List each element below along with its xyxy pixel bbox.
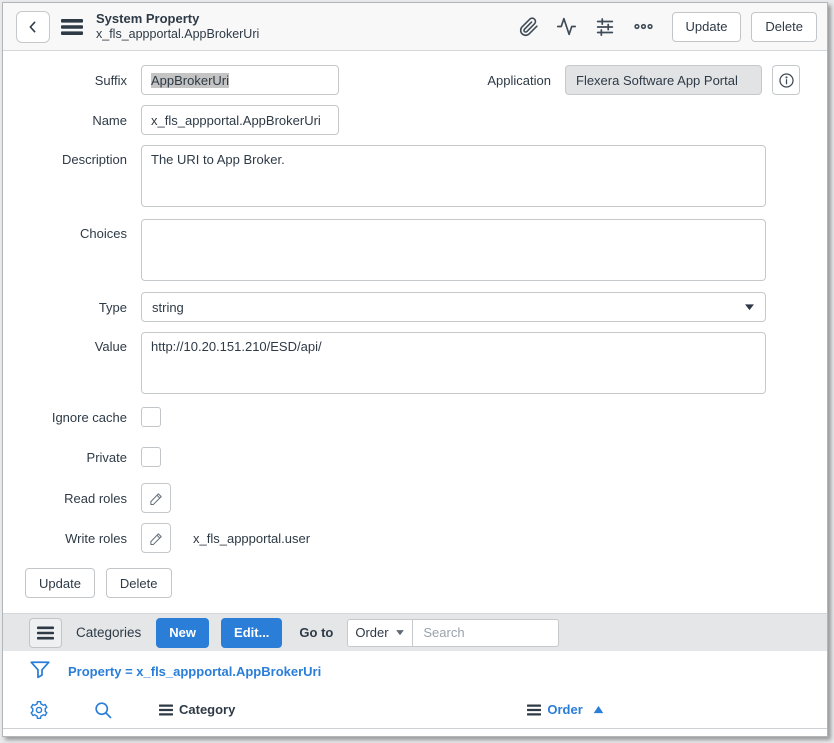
edit-button[interactable]: Edit...	[221, 618, 282, 648]
value-textarea[interactable]: http://10.20.151.210/ESD/api/	[141, 332, 766, 394]
type-label: Type	[3, 300, 127, 315]
goto-selected-value: Order	[355, 625, 388, 640]
row-description: Description The URI to App Broker.	[3, 145, 827, 207]
list-column-header-row: Category Order	[3, 691, 827, 729]
list-context-menu-button[interactable]	[29, 618, 62, 648]
form-context-menu-icon[interactable]	[60, 16, 84, 38]
header-delete-button[interactable]: Delete	[751, 12, 817, 42]
chevron-down-icon	[395, 629, 405, 636]
goto-column-select[interactable]: Order	[347, 619, 413, 647]
row-name: Name	[3, 105, 827, 135]
chevron-left-icon	[25, 19, 41, 35]
type-select[interactable]: string	[141, 292, 766, 322]
list-personalize-gear-icon[interactable]	[29, 700, 49, 720]
row-value: Value http://10.20.151.210/ESD/api/	[3, 332, 827, 394]
personalize-form-icon[interactable]	[594, 16, 616, 38]
column-header-category[interactable]: Category	[159, 702, 235, 717]
form-header: System Property x_fls_appportal.AppBroke…	[3, 3, 827, 51]
choices-textarea[interactable]	[141, 219, 766, 281]
write-roles-label: Write roles	[3, 531, 127, 546]
activity-stream-icon[interactable]	[556, 16, 577, 37]
system-property-window: System Property x_fls_appportal.AppBroke…	[2, 2, 828, 737]
private-label: Private	[3, 450, 127, 465]
name-label: Name	[3, 113, 127, 128]
suffix-selected-text: AppBrokerUri	[151, 73, 229, 88]
list-search-icon[interactable]	[93, 700, 113, 720]
info-icon	[778, 72, 795, 89]
application-info-button[interactable]	[772, 65, 800, 95]
footer-delete-button[interactable]: Delete	[106, 568, 172, 598]
ignore-cache-label: Ignore cache	[3, 410, 127, 425]
more-options-icon[interactable]	[633, 16, 654, 37]
row-write-roles: Write roles x_fls_appportal.user	[3, 523, 827, 553]
write-roles-value: x_fls_appportal.user	[193, 531, 310, 546]
filter-breadcrumb[interactable]: Property = x_fls_appportal.AppBrokerUri	[68, 664, 321, 679]
sort-ascending-icon	[593, 705, 604, 714]
row-suffix-application: Suffix AppBrokerUri Application Flexera …	[3, 65, 827, 95]
footer-update-button[interactable]: Update	[25, 568, 95, 598]
hamburger-icon	[37, 626, 54, 640]
related-list-title: Categories	[76, 625, 141, 640]
suffix-field-group: Suffix AppBrokerUri	[3, 65, 339, 95]
row-choices: Choices	[3, 219, 827, 281]
row-type: Type string	[3, 292, 827, 322]
row-ignore-cache: Ignore cache	[3, 407, 827, 427]
chevron-down-icon	[744, 303, 755, 311]
value-label: Value	[3, 332, 127, 354]
name-input[interactable]	[141, 105, 339, 135]
categories-related-list: Categories New Edit... Go to Order Prope…	[3, 613, 827, 729]
description-label: Description	[3, 145, 127, 167]
category-column-label: Category	[179, 702, 235, 717]
application-field-group: Application Flexera Software App Portal	[339, 65, 800, 95]
suffix-label: Suffix	[3, 73, 127, 88]
attachment-icon[interactable]	[519, 17, 539, 37]
record-title-block: System Property x_fls_appportal.AppBroke…	[96, 11, 259, 43]
suffix-input[interactable]: AppBrokerUri	[141, 65, 339, 95]
list-search-input[interactable]	[413, 619, 559, 647]
private-checkbox[interactable]	[141, 447, 161, 467]
goto-label: Go to	[299, 625, 333, 640]
description-textarea[interactable]: The URI to App Broker.	[141, 145, 766, 207]
related-list-header: Categories New Edit... Go to Order	[3, 613, 827, 651]
page-title: System Property	[96, 11, 259, 27]
row-read-roles: Read roles	[3, 483, 827, 513]
row-private: Private	[3, 447, 827, 467]
filter-funnel-icon[interactable]	[29, 659, 51, 683]
write-roles-edit-button[interactable]	[141, 523, 171, 553]
read-roles-label: Read roles	[3, 491, 127, 506]
ignore-cache-checkbox[interactable]	[141, 407, 161, 427]
pencil-icon	[149, 531, 164, 546]
application-label: Application	[339, 73, 551, 88]
type-selected-value: string	[152, 300, 184, 315]
new-button[interactable]: New	[156, 618, 209, 648]
order-column-label: Order	[547, 702, 582, 717]
record-name: x_fls_appportal.AppBrokerUri	[96, 27, 259, 43]
column-header-order[interactable]: Order	[527, 702, 603, 717]
form-body: Suffix AppBrokerUri Application Flexera …	[3, 51, 827, 598]
choices-label: Choices	[3, 219, 127, 241]
column-menu-icon	[527, 704, 541, 716]
pencil-icon	[149, 491, 164, 506]
column-menu-icon	[159, 704, 173, 716]
header-update-button[interactable]: Update	[672, 12, 742, 42]
application-field: Flexera Software App Portal	[565, 65, 762, 95]
list-filter-row: Property = x_fls_appportal.AppBrokerUri	[3, 651, 827, 691]
read-roles-edit-button[interactable]	[141, 483, 171, 513]
back-button[interactable]	[16, 11, 50, 43]
form-footer-buttons: Update Delete	[25, 568, 827, 598]
